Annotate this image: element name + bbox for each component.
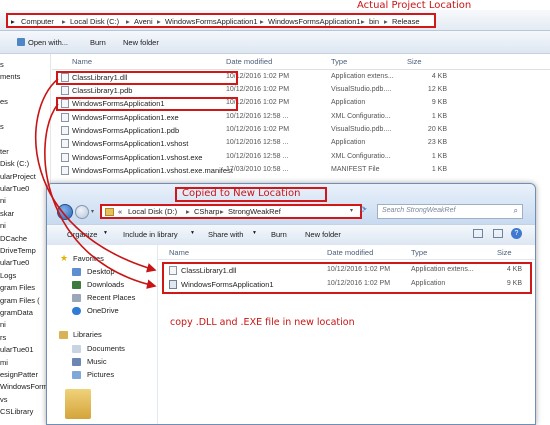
arrows-overlay <box>35 78 157 289</box>
arrow-exe <box>44 103 157 289</box>
arrow-dll <box>35 78 157 273</box>
